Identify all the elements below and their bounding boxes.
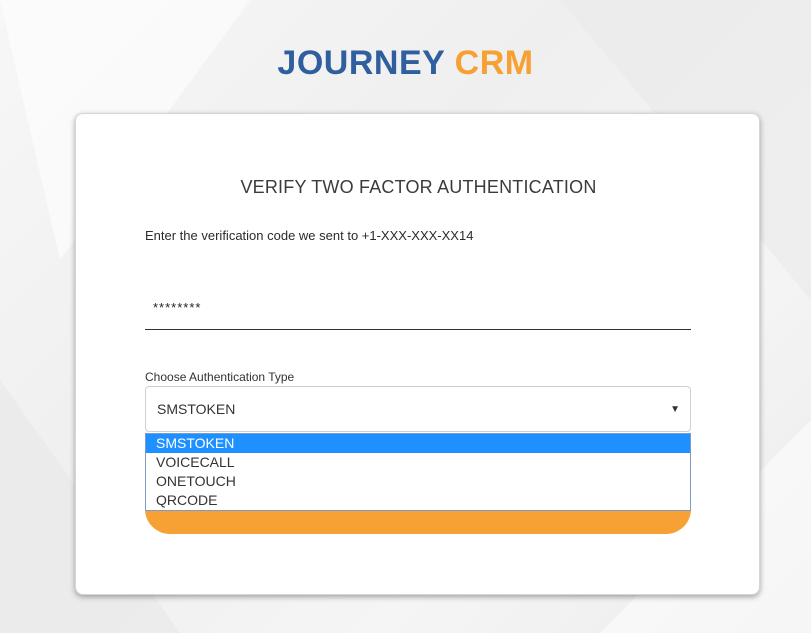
verification-code-input[interactable] xyxy=(145,286,691,330)
dropdown-option-voicecall[interactable]: VOICECALL xyxy=(146,453,690,472)
page-title: VERIFY TWO FACTOR AUTHENTICATION xyxy=(240,177,597,197)
brand-logo-accent: CRM xyxy=(454,44,534,82)
auth-type-select[interactable]: SMSTOKEN ▼ xyxy=(145,386,691,432)
dropdown-option-smstoken[interactable]: SMSTOKEN xyxy=(146,434,690,453)
auth-type-selected-value: SMSTOKEN xyxy=(157,401,236,417)
login-page: JOURNEY CRM VERIFY TWO FACTOR AUTHENTICA… xyxy=(0,0,811,633)
auth-type-label: Choose Authentication Type xyxy=(145,370,295,384)
auth-type-dropdown-list: SMSTOKEN VOICECALL ONETOUCH QRCODE xyxy=(145,433,691,511)
verification-instruction: Enter the verification code we sent to +… xyxy=(145,228,474,243)
verification-card: VERIFY TWO FACTOR AUTHENTICATION Enter t… xyxy=(75,113,760,595)
dropdown-option-qrcode[interactable]: QRCODE xyxy=(146,491,690,510)
caret-down-icon: ▼ xyxy=(670,403,680,415)
brand-logo-primary: JOURNEY xyxy=(277,44,445,82)
brand-logo: JOURNEY CRM xyxy=(0,44,811,83)
dropdown-option-onetouch[interactable]: ONETOUCH xyxy=(146,472,690,491)
